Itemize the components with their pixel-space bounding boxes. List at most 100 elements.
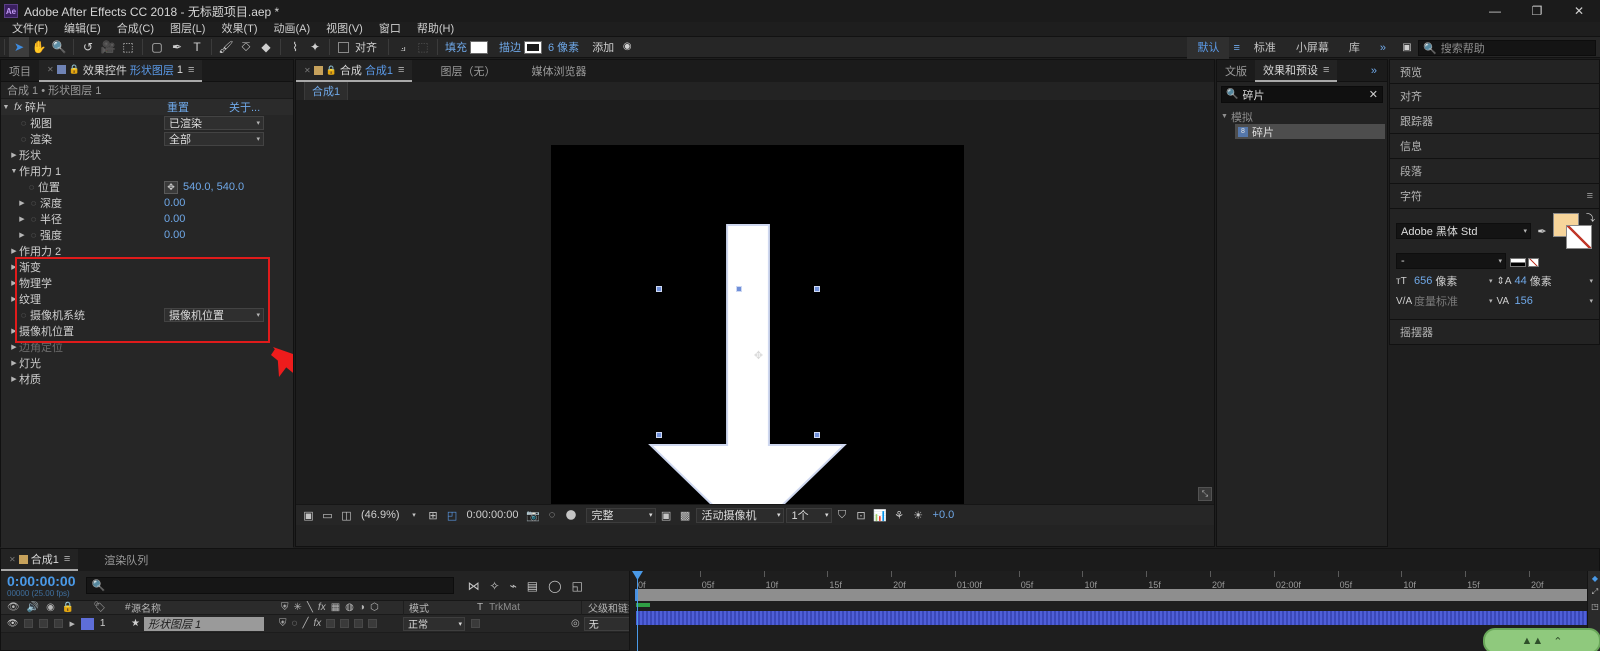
comp-flowchart-icon[interactable]: ⚘ [891,507,908,524]
cti-nav-icon[interactable]: ◆ [1588,571,1600,585]
panel-resize-handle[interactable]: ⤡ [1198,487,1212,501]
puppet-pin-tool[interactable]: ✦ [305,37,325,57]
chevron-right-icon[interactable]: ▶ [9,279,19,287]
video-eye-icon[interactable]: 👁 [7,602,20,613]
font-size-metric[interactable]: ᴛT 656 像素 ▾ [1396,273,1493,289]
font-style-select[interactable]: - ▾ [1396,253,1506,269]
align-panel[interactable]: 对齐 [1389,84,1600,109]
timeline-options-icon[interactable]: ◳ [1588,599,1600,613]
chevron-down-icon[interactable]: ▾ [256,135,260,143]
timeline-jump-icon[interactable]: 📊 [872,507,889,524]
draft-3d-icon[interactable]: ✧ [490,579,500,593]
fill-label[interactable]: 填充 [442,39,470,55]
stopwatch-icon[interactable]: ◌ [17,310,30,320]
timeline-graph[interactable]: 0f05f10f15f20f01:00f05f10f15f20f02:00f05… [629,571,1600,651]
current-time-value[interactable]: 0:00:00:00 [463,509,523,521]
stopwatch-icon[interactable]: ◌ [27,198,40,208]
brush-tool[interactable]: 🖌 [216,37,236,57]
effects-search-input[interactable]: 🔍 碎片 ✕ [1221,86,1383,103]
current-time-indicator[interactable] [632,571,643,651]
effect-header-row[interactable]: ▼ fx 碎片 重置 关于... [1,99,293,115]
fast-previews-icon[interactable]: ⊡ [853,507,870,524]
swap-colors-icon[interactable]: ⤵ [1586,211,1595,224]
stopwatch-icon[interactable]: ◌ [27,214,40,224]
layer-label-color[interactable] [81,618,94,630]
audio-icon[interactable]: 🔊 [27,602,39,613]
3d-view-icon[interactable]: ◰ [444,507,461,524]
layer-name[interactable]: 形状图层 1 [144,617,264,631]
eyedropper-icon[interactable]: ✒ [1535,225,1549,238]
label-color-icon[interactable]: 🏷 [93,602,106,613]
fx-overflow-button[interactable]: » [1361,60,1387,82]
position-property-value[interactable]: 540.0, 540.0 [183,181,244,193]
layer-twirl-icon[interactable]: ▶ [69,620,74,628]
effects-icon[interactable]: fx [318,602,326,613]
exposure-value[interactable]: +0.0 [929,509,959,521]
composition-viewer[interactable]: ✥ ⤡ ▣ ▭ ◫ (46.9%) ▾ ⊞ ◰ 0:00:00:00 📷 ◌ 🌑… [296,100,1214,525]
eraser-tool[interactable]: ◆ [256,37,276,57]
comp-lock-icon[interactable]: 🔒 [326,65,337,76]
breadcrumb-comp-chip[interactable]: 合成1 [304,81,348,101]
maximize-button[interactable]: ❐ [1516,0,1558,22]
selection-tool[interactable]: ➤ [9,37,29,57]
tab-close-icon[interactable]: ✕ [47,65,54,74]
leading-chevron-icon[interactable]: ▾ [1589,277,1593,285]
motion-blur-icon[interactable]: ◯ [548,579,561,593]
workspace-1[interactable]: 标准 [1244,37,1286,59]
chevron-right-icon[interactable]: ▶ [9,375,19,383]
parent-pick-whip-icon[interactable]: ◎ [571,618,580,629]
resolution-dropdown[interactable]: 完整 ▾ [586,508,656,523]
zoom-chevron-icon[interactable]: ▾ [406,507,423,524]
mode-column-header[interactable]: 模式 [403,601,469,615]
depth-property-value[interactable]: 0.00 [164,197,185,209]
depth-property[interactable]: ▶◌深度0.00 [1,195,293,211]
layer-trkmat-toggle[interactable] [471,619,480,628]
layer-audio-toggle[interactable] [24,619,33,628]
stroke-width-value[interactable]: 6 像素 [548,39,579,55]
hide-shy-layers-icon[interactable]: ⌁ [510,579,517,593]
stopwatch-icon[interactable]: ◌ [27,230,40,240]
effects-category-simulation[interactable]: ▼ 模拟 [1217,109,1387,124]
chevron-right-icon[interactable]: ▶ [9,359,19,367]
radius-property-value[interactable]: 0.00 [164,213,185,225]
tracking-metric[interactable]: VA 156 ▾ [1497,295,1594,307]
black-white-swatch-icon[interactable] [1510,258,1526,267]
tracking-chevron-icon[interactable]: ▾ [1589,297,1593,305]
layer-adjustment-switch[interactable] [354,619,363,628]
chevron-right-icon[interactable]: ▶ [9,343,19,351]
menu-item-6[interactable]: 视图(V) [318,22,371,36]
radius-property[interactable]: ▶◌半径0.00 [1,211,293,227]
stopwatch-icon[interactable]: ◌ [25,182,38,192]
leading-metric[interactable]: ⇕A 44 像素 ▾ [1497,273,1594,289]
camera-view-dropdown[interactable]: 活动摄像机 ▾ [696,508,784,523]
workspace-menu-icon[interactable]: ≡ [1229,37,1243,59]
composition-mini-flowchart-icon[interactable]: ⋈ [468,579,480,593]
chevron-down-icon[interactable]: ▼ [9,168,19,175]
corner-pins-group[interactable]: ▶边角定位 [1,339,293,355]
layer-shy-switch[interactable]: ⛨ [279,618,287,629]
strength-property-value[interactable]: 0.00 [164,229,185,241]
chevron-right-icon[interactable]: ▶ [9,151,19,159]
workspace-preset-icon[interactable]: ▣ [1396,38,1418,58]
textures-group[interactable]: ▶纹理 [1,291,293,307]
chevron-right-icon[interactable]: ▶ [9,247,19,255]
selection-handle-ml[interactable] [656,432,662,438]
snapping-toggle[interactable]: 对齐 [334,37,384,57]
snapshot-camera-icon[interactable]: 📷 [525,507,542,524]
camera-position-group[interactable]: ▶摄像机位置 [1,323,293,339]
selection-handle-tl[interactable] [656,286,662,292]
lighting-group[interactable]: ▶灯光 [1,355,293,371]
anchor-point-tool[interactable]: ⬚ [118,37,138,57]
character-panel[interactable]: 字符≡ [1389,184,1600,209]
layer-lock-toggle[interactable] [54,619,63,628]
lock-icon[interactable]: 🔒 [69,64,80,75]
workspace-overflow-button[interactable]: » [1370,37,1396,59]
layer-motionblur-switch[interactable] [340,619,349,628]
fill-color-swatch[interactable] [470,41,488,54]
status-toast[interactable]: ▲▲ ⌃ [1483,628,1600,651]
stopwatch-icon[interactable]: ◌ [17,118,30,128]
comp-panel-menu-icon[interactable]: ≡ [398,64,404,76]
pen-tool[interactable]: ✒ [167,37,187,57]
layer-solo-toggle[interactable] [39,619,48,628]
menu-item-4[interactable]: 效果(T) [213,22,265,36]
